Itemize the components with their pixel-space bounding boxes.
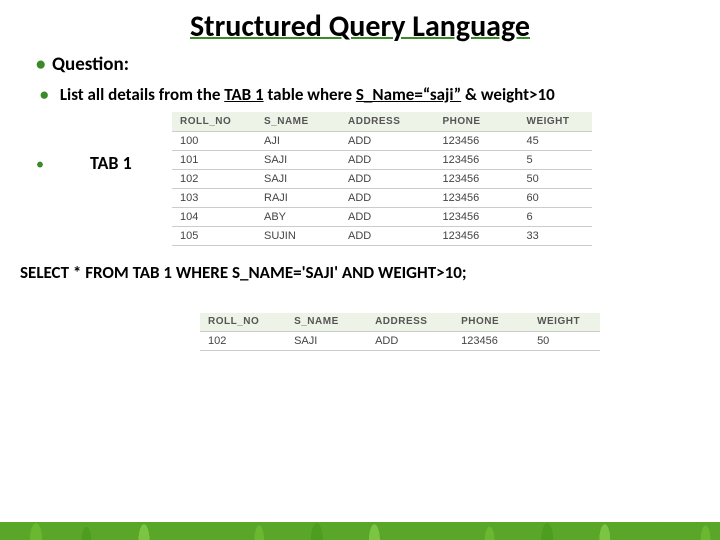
result-table: ROLL_NO S_NAME ADDRESS PHONE WEIGHT 102S… [200, 313, 600, 352]
table-header-row: ROLL_NO S_NAME ADDRESS PHONE WEIGHT [172, 112, 592, 131]
question-text: List all details from the TAB 1 table wh… [40, 84, 690, 106]
table-row: 102SAJIADD12345650 [172, 169, 592, 188]
result-header-row: ROLL_NO S_NAME ADDRESS PHONE WEIGHT [200, 313, 600, 332]
slide-title: Structured Query Language [0, 0, 720, 49]
tab1-label: TAB 1 [46, 152, 132, 174]
col-sname: S_NAME [256, 112, 340, 131]
tab1-label-cell: •TAB 1 [30, 112, 172, 246]
col-rollno: ROLL_NO [172, 112, 256, 131]
question-heading: Question: [36, 53, 690, 76]
question-part-c: table where [264, 84, 356, 105]
question-text-list: List all details from the TAB 1 table wh… [30, 84, 690, 106]
table-row: 101SAJIADD1234565 [172, 150, 592, 169]
col-weight: WEIGHT [519, 112, 593, 131]
col-phone: PHONE [435, 112, 519, 131]
question-part-a: List all details from the [60, 84, 224, 105]
col-weight: WEIGHT [529, 313, 600, 332]
question-part-d: S_Name=“saji” [356, 84, 461, 105]
table-row: 103RAJIADD12345660 [172, 188, 592, 207]
question-part-b: TAB 1 [224, 84, 263, 105]
table-row: 104ABYADD1234566 [172, 207, 592, 226]
source-table: ROLL_NO S_NAME ADDRESS PHONE WEIGHT 100A… [172, 112, 592, 246]
tab1-row: •TAB 1 ROLL_NO S_NAME ADDRESS PHONE WEIG… [30, 112, 690, 246]
result-table-wrap: ROLL_NO S_NAME ADDRESS PHONE WEIGHT 102S… [200, 313, 690, 352]
table-row: 105SUJINADD12345633 [172, 226, 592, 245]
col-address: ADDRESS [340, 112, 435, 131]
col-rollno: ROLL_NO [200, 313, 286, 332]
col-address: ADDRESS [367, 313, 453, 332]
bullet-icon: • [30, 155, 46, 174]
table-row: 102SAJIADD12345650 [200, 332, 600, 351]
content-area: Question: List all details from the TAB … [0, 53, 720, 351]
col-phone: PHONE [453, 313, 529, 332]
question-part-e: & weight>10 [461, 84, 555, 105]
grass-decoration [0, 480, 720, 540]
table-row: 100AJIADD12345645 [172, 131, 592, 150]
question-heading-list: Question: [30, 53, 690, 76]
col-sname: S_NAME [286, 313, 367, 332]
sql-statement: SELECT * FROM TAB 1 WHERE S_NAME='SAJI' … [20, 262, 690, 283]
